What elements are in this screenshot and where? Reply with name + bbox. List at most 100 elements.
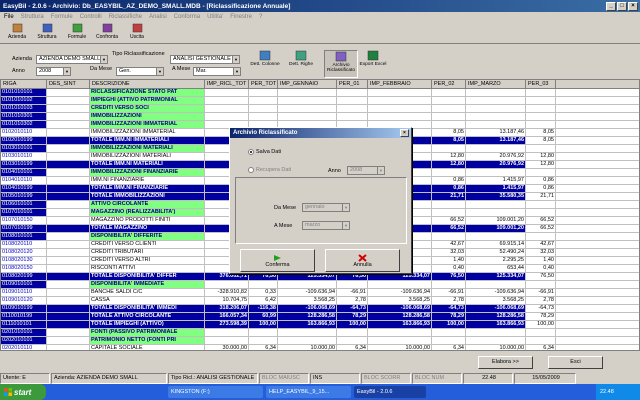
table-cell[interactable]: 1,40	[526, 257, 556, 264]
table-cell[interactable]: 76,50	[249, 273, 278, 280]
table-cell[interactable]	[47, 209, 90, 216]
table-cell[interactable]	[249, 105, 278, 112]
table-cell[interactable]: 128.286,58	[466, 313, 526, 320]
table-cell[interactable]: 2,78	[337, 297, 368, 304]
table-cell[interactable]	[526, 233, 556, 240]
table-cell[interactable]: 0104010101	[1, 169, 47, 176]
table-cell[interactable]: 78,29	[337, 313, 368, 320]
table-cell[interactable]: IMPIEGHI (ATTIVO PATRIMONIAL	[90, 97, 205, 104]
table-cell[interactable]: IMMOBILIZZAZIONI FINANZIARIE	[90, 169, 205, 176]
table-cell[interactable]	[47, 225, 90, 232]
table-cell[interactable]: 0106010101	[1, 201, 47, 208]
menu-item-3[interactable]: Controlli	[80, 14, 102, 20]
table-cell[interactable]: -64,73	[432, 305, 466, 312]
cancel-button[interactable]: Annulla	[325, 249, 400, 272]
table-cell[interactable]	[466, 121, 526, 128]
table-cell[interactable]	[526, 329, 556, 336]
table-row[interactable]: 0101010301 IMMOBILIZZAZIONI	[1, 113, 639, 121]
table-cell[interactable]: 60,99	[249, 313, 278, 320]
table-cell[interactable]: 0101010101	[1, 89, 47, 96]
table-cell[interactable]	[47, 145, 90, 152]
table-cell[interactable]	[47, 265, 90, 272]
table-cell[interactable]: 0,86	[526, 185, 556, 192]
table-row[interactable]: 0101010102 IMPIEGHI (ATTIVO PATRIMONIAL	[1, 97, 639, 105]
table-cell[interactable]	[47, 305, 90, 312]
table-cell[interactable]	[466, 113, 526, 120]
salva-dati-radio[interactable]: Salva Dati	[248, 149, 281, 155]
table-cell[interactable]: TOTALE DISPONIBILITA' DIFFER	[90, 273, 205, 280]
table-cell[interactable]: 8,05	[526, 137, 556, 144]
table-cell[interactable]: 3.568,25	[466, 297, 526, 304]
table-cell[interactable]: 12,80	[432, 153, 466, 160]
azienda-select[interactable]: AZIENDA DEMO SMALL ▼	[36, 55, 108, 64]
table-cell[interactable]: 128.286,58	[278, 313, 337, 320]
table-cell[interactable]	[432, 121, 466, 128]
table-cell[interactable]: TOTALE IMM.NI MATERIALI	[90, 161, 205, 168]
task-kingston[interactable]: KINGSTON (F:)	[168, 386, 263, 398]
table-cell[interactable]: 653,44	[466, 265, 526, 272]
table-cell[interactable]	[249, 329, 278, 336]
table-cell[interactable]	[47, 257, 90, 264]
table-cell[interactable]: 1.415,97	[466, 177, 526, 184]
menu-item-2[interactable]: Formule	[51, 14, 73, 20]
table-cell[interactable]: 125.334,07	[368, 273, 432, 280]
table-cell[interactable]	[466, 233, 526, 240]
table-cell[interactable]	[278, 113, 337, 120]
table-cell[interactable]: 0109010199	[1, 305, 47, 312]
table-cell[interactable]: 66,52	[526, 225, 556, 232]
table-cell[interactable]: -64,73	[526, 305, 556, 312]
menu-item-0[interactable]: File	[4, 14, 14, 20]
table-cell[interactable]	[526, 121, 556, 128]
table-cell[interactable]	[432, 281, 466, 288]
table-cell[interactable]	[47, 137, 90, 144]
table-cell[interactable]	[205, 337, 249, 344]
menu-item-9[interactable]: ?	[259, 14, 262, 20]
table-cell[interactable]: 109.001,20	[466, 225, 526, 232]
table-cell[interactable]: 163.866,93	[278, 321, 337, 328]
table-cell[interactable]	[278, 89, 337, 96]
table-cell[interactable]: -66,91	[337, 289, 368, 296]
table-cell[interactable]: IMMOBILIZZAZIONI IMMATERIAL	[90, 129, 205, 136]
table-cell[interactable]	[47, 89, 90, 96]
table-cell[interactable]: 6,34	[526, 345, 556, 350]
table-cell[interactable]	[47, 121, 90, 128]
table-cell[interactable]: BANCHE SALDI C/C	[90, 289, 205, 296]
table-cell[interactable]	[278, 97, 337, 104]
table-cell[interactable]: 12,80	[526, 161, 556, 168]
table-row[interactable]: 0110010199 TOTALE ATTIVO CIRCOLANTE 166.05…	[1, 313, 639, 321]
table-cell[interactable]: 8,05	[432, 137, 466, 144]
table-cell[interactable]	[368, 97, 432, 104]
table-cell[interactable]: 0108010101	[1, 233, 47, 240]
table-cell[interactable]: 3.568,25	[368, 297, 432, 304]
table-cell[interactable]	[47, 329, 90, 336]
elabora-button[interactable]: Elabora >>	[478, 356, 533, 369]
table-cell[interactable]: FONTI (PASSIVO PATRIMONIALE	[90, 329, 205, 336]
table-cell[interactable]: 0,40	[432, 265, 466, 272]
table-cell[interactable]: 0108020130	[1, 257, 47, 264]
action-button-3[interactable]: Export Excel	[356, 50, 390, 78]
table-cell[interactable]	[526, 337, 556, 344]
column-header-2[interactable]: DESCRIZIONE	[90, 80, 205, 88]
table-cell[interactable]	[432, 209, 466, 216]
table-cell[interactable]: IMMOBILIZZAZIONI MATERIALI	[90, 145, 205, 152]
table-cell[interactable]: 376.002,71	[205, 273, 249, 280]
table-cell[interactable]: IMMOBILIZZAZIONI IMMATERIAL	[90, 121, 205, 128]
table-cell[interactable]: 42,67	[526, 241, 556, 248]
toolbar-uscita-button[interactable]: Uscita	[123, 22, 151, 43]
table-cell[interactable]	[205, 113, 249, 120]
table-cell[interactable]	[47, 289, 90, 296]
table-cell[interactable]: 78,29	[526, 313, 556, 320]
table-cell[interactable]	[368, 113, 432, 120]
table-cell[interactable]: 66,52	[432, 225, 466, 232]
table-cell[interactable]: 0202010101	[1, 337, 47, 344]
task-help[interactable]: HELP_EASYBIL_9_15...	[266, 386, 351, 398]
table-cell[interactable]: 0105010199	[1, 193, 47, 200]
table-cell[interactable]: 32,03	[432, 249, 466, 256]
table-cell[interactable]	[432, 113, 466, 120]
table-cell[interactable]: 21,71	[432, 193, 466, 200]
table-cell[interactable]: 76,50	[432, 273, 466, 280]
da-mese-select[interactable]: Gen. ▼	[116, 67, 164, 76]
table-cell[interactable]	[432, 337, 466, 344]
table-cell[interactable]	[47, 153, 90, 160]
table-cell[interactable]: -109.636,94	[368, 289, 432, 296]
